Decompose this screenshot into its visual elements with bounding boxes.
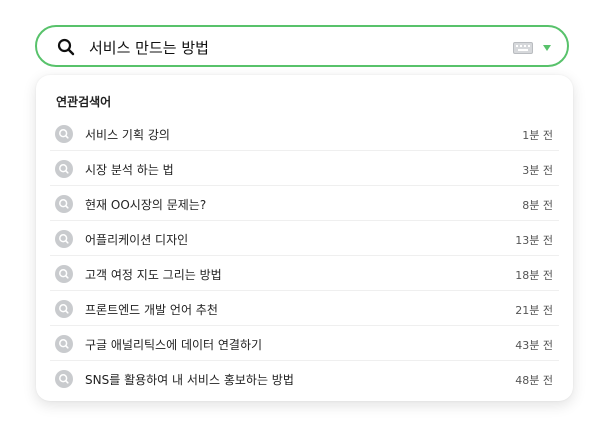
search-icon xyxy=(55,125,73,143)
suggestion-time: 21분 전 xyxy=(515,304,553,317)
suggestion-time: 48분 전 xyxy=(515,374,553,387)
search-icon xyxy=(55,195,73,213)
suggestion-item[interactable]: 현재 OO시장의 문제는? 8분 전 xyxy=(36,186,573,221)
suggestion-label: 어플리케이션 디자인 xyxy=(85,233,189,247)
suggestion-time: 8분 전 xyxy=(522,199,553,212)
suggestion-time: 43분 전 xyxy=(515,339,553,352)
suggestion-panel-title: 연관검색어 xyxy=(56,95,112,109)
suggestion-label: 고객 여정 지도 그리는 방법 xyxy=(85,268,222,282)
suggestion-item[interactable]: SNS를 활용하여 내 서비스 홍보하는 방법 48분 전 xyxy=(36,361,573,396)
suggestion-item[interactable]: 시장 분석 하는 법 3분 전 xyxy=(36,151,573,186)
suggestion-time: 1분 전 xyxy=(522,129,553,142)
suggestion-label: 프론트엔드 개발 언어 추천 xyxy=(85,303,218,317)
suggestion-panel: 연관검색어 서비스 기획 강의 1분 전시장 분석 하는 법 3분 전현재 OO시장… xyxy=(36,75,573,401)
suggestion-label: 구글 애널리틱스에 데이터 연결하기 xyxy=(85,338,263,352)
search-icon xyxy=(55,370,73,388)
suggestion-item[interactable]: 구글 애널리틱스에 데이터 연결하기 43분 전 xyxy=(36,326,573,361)
suggestion-time: 3분 전 xyxy=(522,164,553,177)
search-icon xyxy=(55,265,73,283)
keyboard-icon[interactable] xyxy=(513,42,533,54)
search-icon xyxy=(55,160,73,178)
suggestion-time: 13분 전 xyxy=(515,234,553,247)
search-icon[interactable] xyxy=(57,38,75,56)
suggestion-label: 시장 분석 하는 법 xyxy=(85,163,174,177)
search-icon xyxy=(55,230,73,248)
search-input[interactable]: 서비스 만드는 방법 xyxy=(89,37,209,58)
suggestion-time: 18분 전 xyxy=(515,269,553,282)
suggestion-item[interactable]: 어플리케이션 디자인 13분 전 xyxy=(36,221,573,256)
suggestion-item[interactable]: 프론트엔드 개발 언어 추천 21분 전 xyxy=(36,291,573,326)
suggestion-item[interactable]: 고객 여정 지도 그리는 방법 18분 전 xyxy=(36,256,573,291)
search-bar[interactable]: 서비스 만드는 방법 xyxy=(35,25,569,67)
suggestion-item[interactable]: 서비스 기획 강의 1분 전 xyxy=(36,116,573,151)
suggestion-label: SNS를 활용하여 내 서비스 홍보하는 방법 xyxy=(85,373,294,387)
suggestion-label: 서비스 기획 강의 xyxy=(85,128,170,142)
search-icon xyxy=(55,335,73,353)
suggestion-label: 현재 OO시장의 문제는? xyxy=(85,198,207,212)
chevron-down-icon[interactable] xyxy=(543,45,551,51)
search-icon xyxy=(55,300,73,318)
